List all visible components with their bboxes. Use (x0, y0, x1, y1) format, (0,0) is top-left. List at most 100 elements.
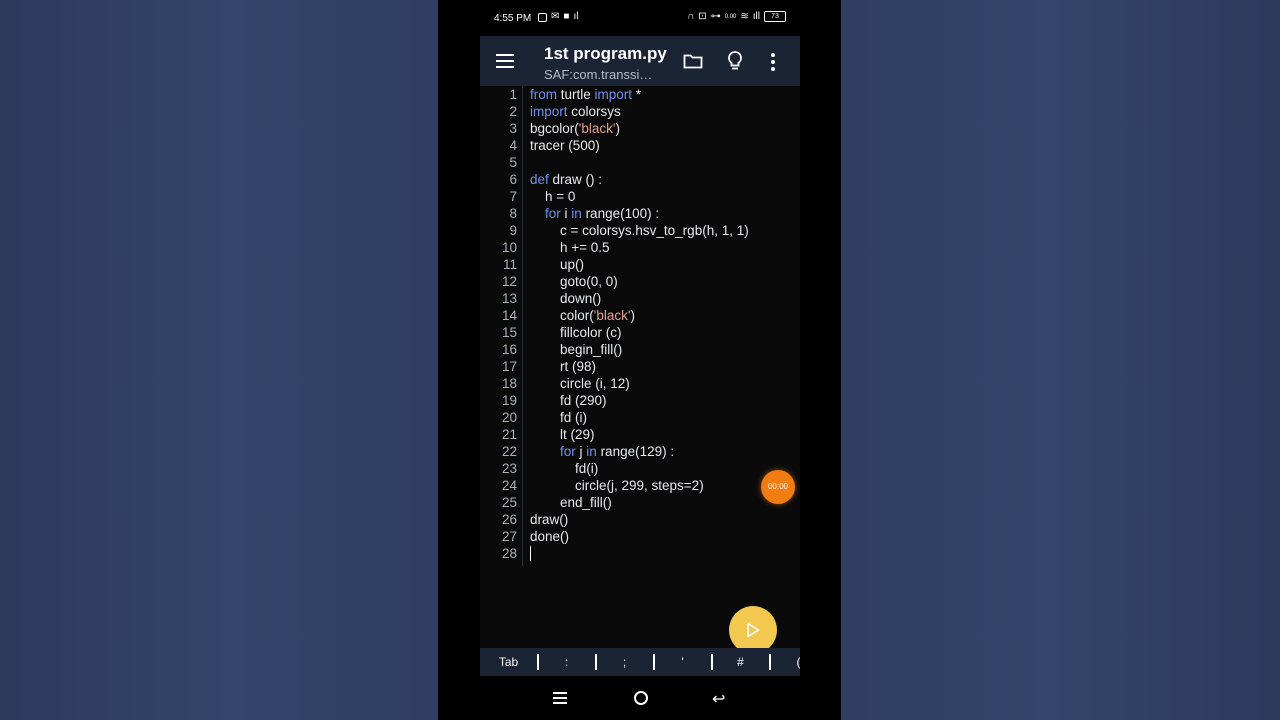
play-icon (747, 622, 760, 638)
code-token: up() (530, 257, 585, 272)
code-line[interactable]: 5 (480, 154, 800, 171)
run-button[interactable] (729, 606, 777, 654)
extra-key[interactable]: ' (654, 648, 711, 676)
code-token: ) (615, 121, 620, 136)
code-line[interactable]: 12 goto(0, 0) (480, 273, 800, 290)
code-line[interactable]: 28 (480, 545, 800, 562)
code-line[interactable]: 9 c = colorsys.hsv_to_rgb(h, 1, 1) (480, 222, 800, 239)
code-line[interactable]: 1 from turtle import * (480, 86, 800, 103)
line-number: 11 (502, 257, 517, 272)
system-icons: ∩ ⊡ ⊶ 0.00 ≋ ıll 73 (687, 11, 786, 22)
headphones-icon: ∩ (687, 10, 695, 22)
keyword-token: for (545, 206, 561, 221)
line-number: 2 (509, 104, 517, 119)
code-line[interactable]: 19 fd (290) (480, 392, 800, 409)
recents-icon[interactable] (553, 692, 567, 704)
code-line[interactable]: 13 down() (480, 290, 800, 307)
extra-key[interactable]: ; (596, 648, 653, 676)
phone-screen: 4:55 PM ✉ ■ ıl ∩ ⊡ ⊶ 0.00 ≋ ıll 73 1st p… (438, 0, 841, 720)
code-line[interactable]: 17 rt (98) (480, 358, 800, 375)
line-number: 18 (501, 376, 517, 391)
home-icon[interactable] (634, 691, 648, 705)
status-time: 4:55 PM (494, 13, 532, 24)
code-text: down() (530, 290, 601, 307)
extra-key[interactable]: : (538, 648, 595, 676)
code-text: color('black') (530, 307, 635, 324)
wifi-icon: ≋ (740, 10, 749, 22)
code-line[interactable]: 26 draw() (480, 511, 800, 528)
code-token: draw() (530, 512, 569, 527)
keyword-token: import (594, 87, 633, 102)
signal-small-icon: ıl (573, 11, 579, 22)
line-number: 21 (501, 427, 517, 442)
code-token: circle (i, 12) (530, 376, 630, 391)
code-line[interactable]: 11 up() (480, 256, 800, 273)
code-line[interactable]: 2 import colorsys (480, 103, 800, 120)
code-line[interactable]: 15 fillcolor (c) (480, 324, 800, 341)
code-line[interactable]: 6 def draw () : (480, 171, 800, 188)
notification-icons: ✉ ■ ıl (538, 12, 578, 22)
line-number: 6 (509, 172, 517, 187)
cast-icon: ⊡ (698, 10, 707, 22)
menu-icon[interactable] (496, 54, 514, 68)
code-token: rt (98) (530, 359, 597, 374)
extra-key[interactable]: # (712, 648, 769, 676)
code-text: def draw () : (530, 171, 602, 188)
code-line[interactable]: 8 for i in range(100) : (480, 205, 800, 222)
lightbulb-icon[interactable] (726, 50, 744, 72)
code-line[interactable]: 16 begin_fill() (480, 341, 800, 358)
line-number: 14 (501, 308, 517, 323)
code-text: h = 0 (530, 188, 575, 205)
screenshot-icon (538, 12, 547, 22)
extra-key[interactable]: Tab (480, 648, 537, 676)
back-icon[interactable]: ↩ (712, 689, 725, 709)
code-text: end_fill() (530, 494, 612, 511)
folder-icon[interactable] (683, 52, 703, 70)
code-line[interactable]: 20 fd (i) (480, 409, 800, 426)
line-number: 22 (501, 444, 517, 459)
line-number: 1 (509, 87, 517, 102)
navigation-bar: ↩ (438, 676, 841, 720)
code-line[interactable]: 24 circle(j, 299, steps=2) (480, 477, 800, 494)
network-speed: 0.00 (724, 13, 737, 20)
code-editor[interactable]: 1 from turtle import * 2 import colorsys 3 bg… (480, 86, 800, 648)
code-token: c = colorsys.hsv_to_rgb(h, 1, 1) (530, 223, 749, 238)
code-token: ) (630, 308, 635, 323)
keyword-token: in (571, 206, 582, 221)
code-line[interactable]: 27 done() (480, 528, 800, 545)
extra-key[interactable]: ( (770, 648, 801, 676)
code-line[interactable]: 3 bgcolor('black') (480, 120, 800, 137)
keyword-token: for (560, 444, 576, 459)
code-token: fd (i) (530, 410, 588, 425)
code-line[interactable]: 4 tracer (500) (480, 137, 800, 154)
line-number: 19 (501, 393, 517, 408)
code-line[interactable]: 10 h += 0.5 (480, 239, 800, 256)
code-line[interactable]: 7 h = 0 (480, 188, 800, 205)
recording-timer-button[interactable]: 00:00 (761, 470, 795, 504)
code-text: circle (i, 12) (530, 375, 630, 392)
code-line[interactable]: 22 for j in range(129) : (480, 443, 800, 460)
code-line[interactable]: 18 circle (i, 12) (480, 375, 800, 392)
code-text: begin_fill() (530, 341, 622, 358)
code-line[interactable]: 25 end_fill() (480, 494, 800, 511)
video-icon: ■ (563, 11, 570, 22)
code-line[interactable]: 23 fd(i) (480, 460, 800, 477)
code-token: circle(j, 299, steps=2) (530, 478, 704, 493)
code-line[interactable]: 14 color('black') (480, 307, 800, 324)
line-number: 28 (501, 546, 517, 561)
code-token: j (575, 444, 587, 459)
line-number: 13 (501, 291, 517, 306)
code-text: up() (530, 256, 584, 273)
keyword-token: import (530, 104, 568, 119)
line-number: 23 (501, 461, 517, 476)
code-token: fillcolor (c) (530, 325, 622, 340)
mail-icon: ✉ (551, 11, 560, 22)
keyword-token: def (530, 172, 549, 187)
more-options-icon[interactable] (770, 53, 776, 71)
code-line[interactable]: 21 lt (29) (480, 426, 800, 443)
keyword-token: in (586, 444, 597, 459)
code-text: draw() (530, 511, 568, 528)
code-text: bgcolor('black') (530, 120, 620, 137)
code-token: tracer (500) (530, 138, 600, 153)
